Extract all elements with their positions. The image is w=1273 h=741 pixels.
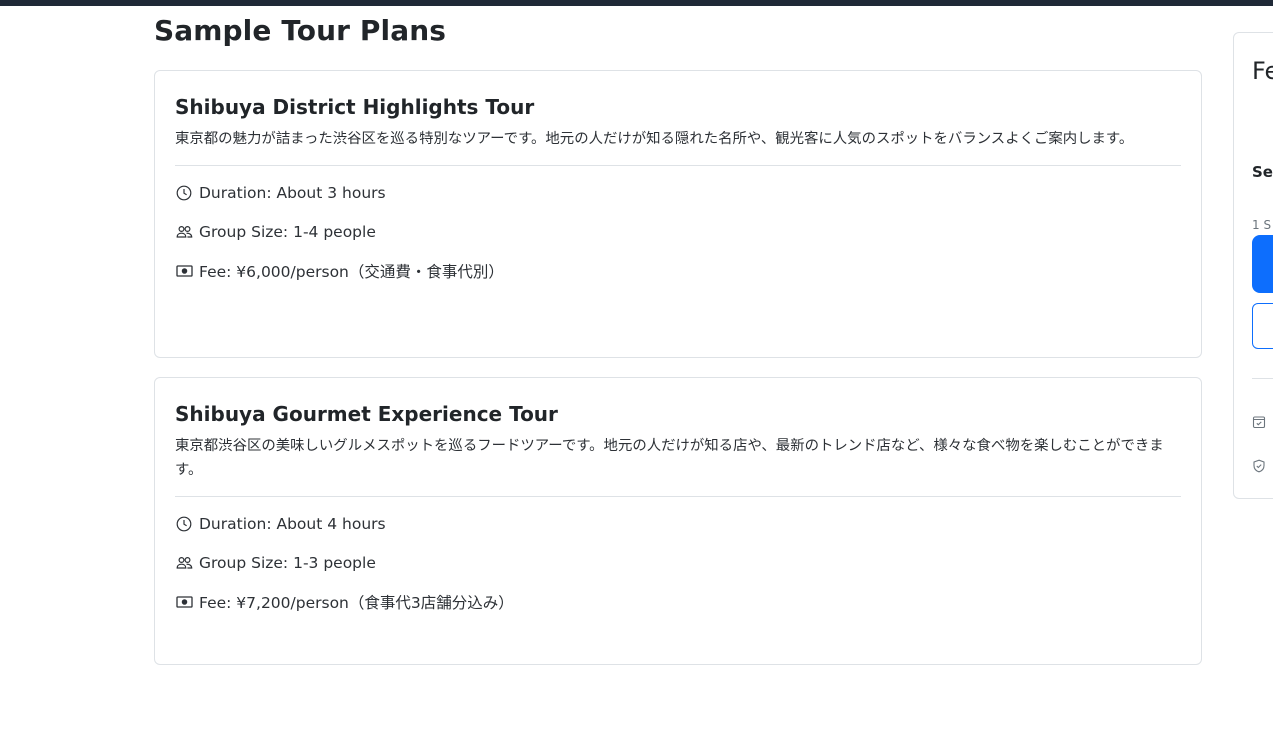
tour-card: Shibuya District Highlights Tour 東京都の魅力が… bbox=[154, 70, 1202, 358]
tour-description: 東京都渋谷区の美味しいグルメスポットを巡るフードツアーです。地元の人だけが知る店… bbox=[175, 438, 1164, 478]
tour-title: Shibuya District Highlights Tour bbox=[175, 95, 535, 119]
tour-duration-text: Duration: About 3 hours bbox=[199, 183, 386, 202]
tour-description: 東京都の魅力が詰まった渋谷区を巡る特別なツアーです。地元の人だけが知る隠れた名所… bbox=[175, 131, 1134, 147]
cash-icon bbox=[175, 262, 193, 280]
cash-icon bbox=[175, 593, 193, 611]
sidebar-divider bbox=[1252, 378, 1273, 379]
divider bbox=[175, 165, 1181, 166]
sidebar-subtitle: Se bbox=[1252, 163, 1273, 181]
sidebar-small-text: 1 S bbox=[1252, 218, 1272, 232]
tour-duration-text: Duration: About 4 hours bbox=[199, 514, 386, 533]
tour-group-size: Group Size: 1-4 people bbox=[175, 221, 1181, 242]
shield-check-icon bbox=[1252, 458, 1268, 474]
tour-group-size: Group Size: 1-3 people bbox=[175, 552, 1181, 573]
tour-group-size-text: Group Size: 1-3 people bbox=[199, 553, 376, 572]
sidebar-card: Fe Se 1 S bbox=[1233, 32, 1273, 499]
tour-fee: Fee: ¥6,000/person（交通費・食事代別） bbox=[175, 260, 1181, 281]
tour-duration: Duration: About 3 hours bbox=[175, 182, 1181, 203]
tour-title: Shibuya Gourmet Experience Tour bbox=[175, 402, 558, 426]
calendar-check-icon bbox=[1252, 414, 1268, 430]
clock-icon bbox=[175, 515, 193, 533]
people-icon bbox=[175, 554, 193, 572]
tour-fee-text: Fee: ¥6,000/person（交通費・食事代別） bbox=[199, 262, 504, 281]
tour-card: Shibuya Gourmet Experience Tour 東京都渋谷区の美… bbox=[154, 377, 1202, 665]
clock-icon bbox=[175, 184, 193, 202]
sidebar-primary-button[interactable] bbox=[1252, 235, 1273, 293]
tour-group-size-text: Group Size: 1-4 people bbox=[199, 222, 376, 241]
section-title: Sample Tour Plans bbox=[154, 14, 447, 47]
divider bbox=[175, 496, 1181, 497]
top-navbar bbox=[0, 0, 1273, 6]
sidebar-title: Fe bbox=[1252, 57, 1273, 85]
people-icon bbox=[175, 223, 193, 241]
tour-fee-text: Fee: ¥7,200/person（食事代3店舗分込み） bbox=[199, 593, 514, 612]
sidebar-outline-button[interactable] bbox=[1252, 303, 1273, 349]
tour-duration: Duration: About 4 hours bbox=[175, 513, 1181, 534]
tour-fee: Fee: ¥7,200/person（食事代3店舗分込み） bbox=[175, 591, 1181, 612]
